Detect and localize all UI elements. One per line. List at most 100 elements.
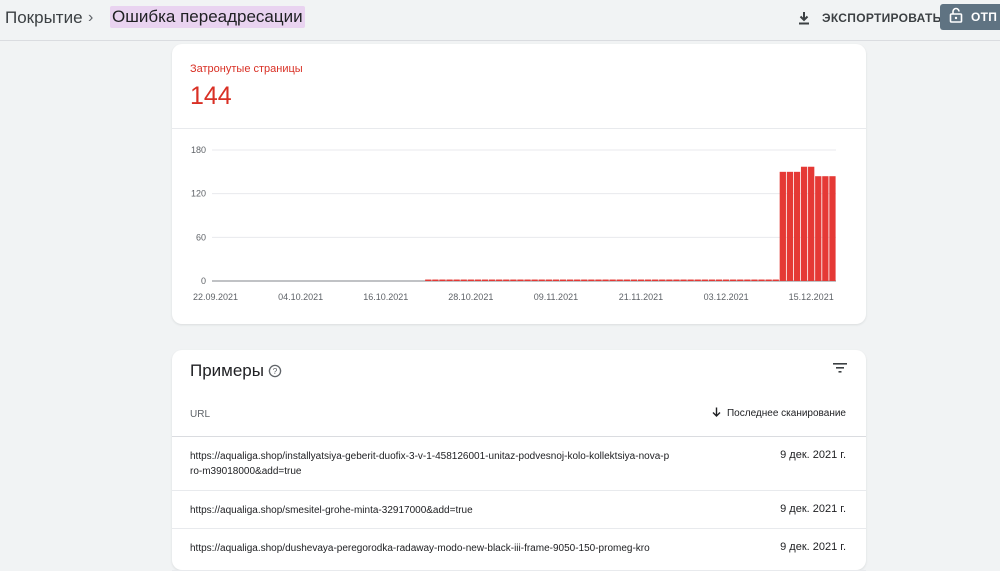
- y-tick-label: 60: [196, 232, 206, 242]
- chart-bar: [701, 279, 708, 281]
- chart-bar: [779, 171, 786, 281]
- x-tick-label: 22.09.2021: [193, 292, 238, 302]
- chart-bar: [446, 279, 453, 281]
- chart-bar: [609, 279, 616, 281]
- chart-bar: [602, 279, 609, 281]
- chart-bar: [659, 279, 666, 281]
- chart-bar: [574, 279, 581, 281]
- chart-bar: [460, 279, 467, 281]
- chart-bar: [474, 279, 482, 281]
- x-tick-label: 28.10.2021: [448, 292, 493, 302]
- top-bar: Покрытие › Ошибка переадресации ЭКСПОРТИ…: [0, 0, 1000, 41]
- chart-bar: [524, 279, 531, 281]
- chart-bar: [772, 279, 779, 281]
- chart-bar: [687, 279, 694, 281]
- row-url: https://aqualiga.shop/installyatsiya-geb…: [190, 451, 670, 477]
- y-tick-label: 120: [191, 189, 206, 199]
- chart-bar: [552, 279, 560, 281]
- affected-pages-card: Затронутые страницы 144 0 60 120 180 22.09.2…: [172, 44, 866, 324]
- x-tick-label: 16.10.2021: [363, 292, 408, 302]
- chart-bar: [630, 279, 638, 281]
- table-row[interactable]: https://aqualiga.shop/smesitel-grohe-min…: [172, 491, 866, 529]
- filter-icon[interactable]: [832, 361, 848, 380]
- chart-bar: [581, 279, 588, 281]
- svg-text:?: ?: [273, 366, 278, 376]
- x-tick-label: 21.11.2021: [619, 292, 663, 302]
- row-url: https://aqualiga.shop/dushevaya-peregoro…: [190, 543, 650, 554]
- chart-bar: [652, 279, 659, 281]
- chart-bar: [623, 279, 630, 281]
- download-icon: [796, 10, 812, 26]
- chart-bar: [765, 279, 772, 281]
- affected-pages-label: Затронутые страницы: [190, 63, 303, 75]
- row-url: https://aqualiga.shop/smesitel-grohe-min…: [190, 505, 473, 516]
- chart-bar: [808, 166, 815, 281]
- chart-bar: [595, 279, 602, 281]
- chart-bar: [517, 279, 524, 281]
- chart-bar: [616, 279, 623, 281]
- column-header-url: URL: [190, 409, 211, 420]
- chart-bar: [822, 176, 829, 281]
- chart-bar: [673, 279, 680, 281]
- chart-bar: [829, 176, 836, 281]
- examples-card: Примеры ? URL Последнее сканирование htt…: [172, 350, 866, 571]
- breadcrumb-separator: ›: [88, 9, 94, 26]
- chart-bar: [758, 279, 765, 281]
- chart-bar: [666, 279, 673, 281]
- y-tick-label: 0: [201, 276, 206, 286]
- row-date: 9 дек. 2021 г.: [780, 503, 846, 515]
- chart-bar: [481, 279, 489, 281]
- chart-bar: [531, 279, 538, 281]
- help-icon[interactable]: ?: [268, 364, 282, 383]
- chart-bar: [722, 279, 730, 281]
- chart-bar: [637, 279, 645, 281]
- y-tick-label: 180: [191, 145, 206, 155]
- chart-bar: [800, 166, 808, 281]
- column-header-last-crawled[interactable]: Последнее сканирование: [712, 407, 846, 420]
- chart-bar: [737, 279, 744, 281]
- x-tick-label: 03.12.2021: [704, 292, 749, 302]
- chart-bar: [496, 279, 503, 281]
- export-label: ЭКСПОРТИРОВАТЬ: [822, 11, 942, 25]
- open-button[interactable]: ОТП: [940, 4, 1000, 30]
- chart-bar: [588, 279, 595, 281]
- chart-bar: [545, 279, 552, 281]
- affected-pages-count: 144: [190, 82, 232, 110]
- lock-open-icon: [949, 7, 963, 28]
- chart-bar: [680, 279, 687, 281]
- open-label: ОТП: [971, 10, 998, 24]
- breadcrumb-coverage[interactable]: Покрытие: [5, 8, 83, 28]
- table-row[interactable]: https://aqualiga.shop/dushevaya-peregoro…: [172, 529, 866, 571]
- export-button[interactable]: ЭКСПОРТИРОВАТЬ: [796, 7, 942, 29]
- chart-bar: [432, 279, 439, 281]
- table-row[interactable]: https://aqualiga.shop/installyatsiya-geb…: [172, 437, 866, 491]
- x-tick-label: 15.12.2021: [789, 292, 834, 302]
- x-tick-label: 04.10.2021: [278, 292, 323, 302]
- chart-bar: [793, 171, 801, 281]
- row-date: 9 дек. 2021 г.: [780, 449, 846, 461]
- chart-bar: [786, 171, 794, 281]
- chart-bar: [730, 279, 737, 281]
- row-date: 9 дек. 2021 г.: [780, 541, 846, 553]
- chart-bar: [467, 279, 474, 281]
- chart-bar: [815, 176, 822, 281]
- card-divider: [172, 128, 866, 129]
- chart-bar: [439, 279, 446, 281]
- chart-bar: [751, 279, 758, 281]
- chart-bar: [708, 279, 716, 281]
- affected-pages-chart: 0 60 120 180 22.09.2021 04.10.2021 16.10.2021 2…: [191, 145, 836, 302]
- chart-bar: [503, 279, 510, 281]
- chart-bar: [488, 279, 496, 281]
- chart-bar: [510, 279, 517, 281]
- chart-bar: [453, 279, 460, 281]
- chart-bar: [566, 279, 574, 281]
- chart-bar: [425, 279, 432, 281]
- chart-bar: [538, 279, 545, 281]
- chart-bar: [694, 279, 701, 281]
- chart-bar: [744, 279, 751, 281]
- chart-bar: [559, 279, 567, 281]
- chart-bar: [644, 279, 652, 281]
- arrow-down-icon: [712, 407, 721, 420]
- page-title: Ошибка переадресации: [110, 6, 305, 28]
- chart-bar: [715, 279, 723, 281]
